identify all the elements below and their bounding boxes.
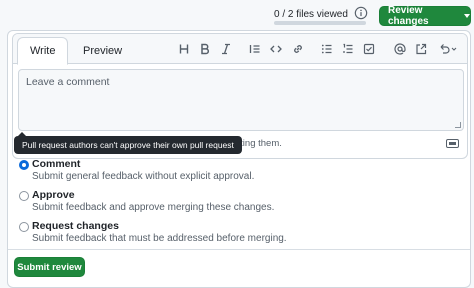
approve-disabled-tooltip: Pull request authors can't approve their… — [14, 132, 242, 154]
files-viewed-count: 0 / 2 files viewed — [274, 9, 348, 20]
approve-description: Submit feedback and approve merging thes… — [32, 202, 275, 213]
request-changes-label: Request changes — [32, 220, 119, 232]
heading-icon[interactable] — [177, 42, 191, 56]
tab-write[interactable]: Write — [17, 37, 69, 65]
request-changes-description: Submit feedback that must be addressed b… — [32, 233, 287, 244]
reference-icon[interactable] — [414, 42, 428, 56]
italic-icon[interactable] — [219, 42, 233, 56]
markdown-icon — [446, 139, 459, 148]
resize-handle-icon[interactable] — [455, 122, 461, 128]
footer-divider — [8, 249, 470, 250]
ordered-list-icon[interactable] — [341, 42, 355, 56]
approve-label: Approve — [32, 189, 75, 201]
unordered-list-icon[interactable] — [320, 42, 334, 56]
approve-radio — [19, 191, 29, 201]
review-changes-button[interactable]: Review changes — [379, 5, 471, 27]
task-list-icon[interactable] — [362, 42, 376, 56]
editor-header: Write Preview — [13, 34, 467, 65]
bold-icon[interactable] — [198, 42, 212, 56]
code-icon[interactable] — [269, 42, 283, 56]
comment-textarea[interactable]: Leave a comment — [18, 69, 464, 131]
review-popover: Write Preview Leave a comment Attach fil… — [7, 30, 471, 288]
review-header: 0 / 2 files viewed Review changes — [0, 0, 474, 28]
info-icon[interactable] — [354, 6, 368, 20]
caret-down-icon — [464, 14, 470, 18]
files-viewed-progress-bar — [274, 21, 366, 25]
comment-description: Submit general feedback without explicit… — [32, 171, 255, 182]
request-changes-radio[interactable] — [19, 222, 29, 232]
submit-review-button[interactable]: Submit review — [14, 257, 85, 277]
comment-label: Comment — [32, 158, 81, 170]
mention-icon[interactable] — [393, 42, 407, 56]
undo-menu-icon[interactable] — [437, 42, 459, 56]
comment-placeholder: Leave a comment — [26, 76, 110, 88]
comment-radio[interactable] — [19, 160, 29, 170]
link-icon[interactable] — [291, 42, 305, 56]
tab-preview[interactable]: Preview — [71, 37, 134, 64]
quote-icon[interactable] — [248, 42, 262, 56]
review-changes-label: Review changes — [388, 5, 429, 27]
